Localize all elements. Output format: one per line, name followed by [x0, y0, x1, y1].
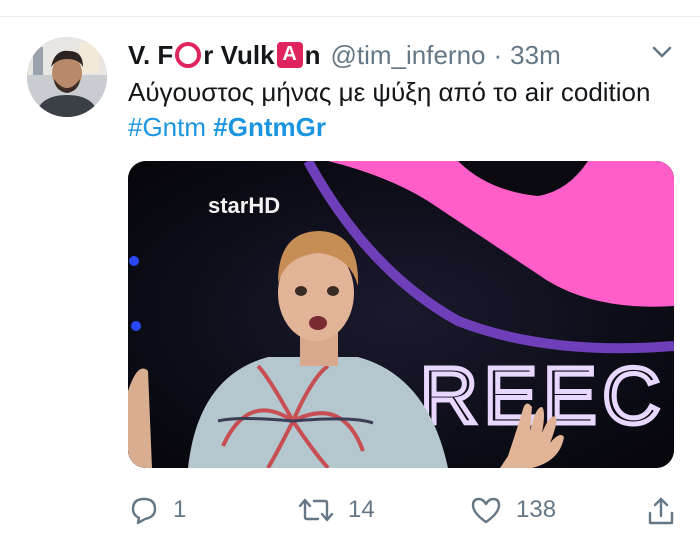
- retweet-count: 14: [348, 496, 375, 523]
- reply-count: 1: [173, 496, 187, 523]
- tweet-hashtags: #Gntm #GntmGr: [128, 112, 326, 143]
- author-name-part2: r Vulk: [203, 39, 275, 70]
- avatar[interactable]: [27, 37, 107, 117]
- tweet-header: V. F r Vulk A n @tim_inferno · 33m: [128, 35, 561, 75]
- hashtag-gntmgr[interactable]: #GntmGr: [213, 112, 326, 142]
- like-button[interactable]: 138: [470, 495, 556, 525]
- avatar-image: [27, 37, 107, 117]
- author-handle[interactable]: @tim_inferno: [330, 40, 485, 71]
- author-name-part1: V. F: [128, 39, 174, 70]
- retweet-button[interactable]: 14: [298, 495, 375, 525]
- tweet-actions: 1 14 138: [0, 495, 700, 535]
- hashtag-gntm[interactable]: #Gntm: [128, 112, 206, 142]
- share-icon: [648, 497, 674, 525]
- retweet-icon: [298, 498, 334, 522]
- tweet-media[interactable]: starHD REEC: [128, 161, 674, 468]
- top-divider: [0, 16, 700, 17]
- a-button-emoji: A: [276, 42, 303, 68]
- tweet-text: Αύγουστος μήνας με ψύξη από το air codit…: [128, 77, 651, 107]
- tweet-timestamp[interactable]: 33m: [510, 40, 561, 71]
- author-name[interactable]: V. F r Vulk A n: [128, 40, 320, 71]
- separator-dot: ·: [493, 39, 503, 70]
- red-circle-emoji: [175, 42, 202, 68]
- share-button[interactable]: [646, 495, 676, 527]
- chevron-down-icon[interactable]: [649, 41, 675, 63]
- author-name-part3: n: [304, 39, 321, 70]
- reply-icon: [131, 497, 157, 525]
- background-letters: REEC: [420, 351, 666, 440]
- media-image: starHD REEC: [128, 161, 674, 468]
- heart-icon: [471, 497, 501, 524]
- like-count: 138: [516, 496, 557, 523]
- reply-button[interactable]: 1: [129, 495, 186, 525]
- channel-logo-text: starHD: [208, 193, 280, 218]
